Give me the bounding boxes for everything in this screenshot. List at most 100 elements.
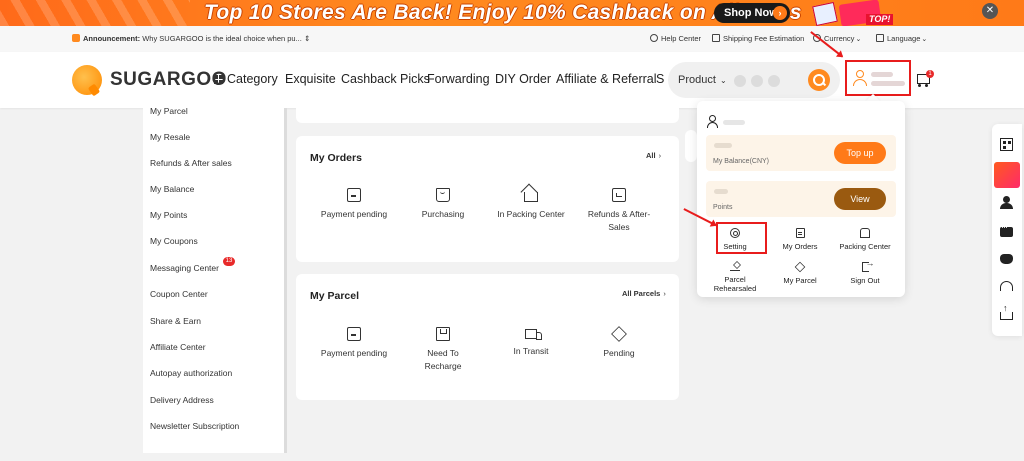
truck-icon (525, 329, 542, 340)
shop-now-button[interactable]: Shop Now › (714, 3, 790, 23)
sidebar-item-my-coupons[interactable]: My Coupons (150, 236, 198, 246)
top-up-button[interactable]: Top up (834, 142, 886, 164)
balance-label: My Balance(CNY) (713, 158, 770, 165)
help-center-label: Help Center (661, 34, 702, 43)
chevron-down-icon: ⌄ (855, 36, 862, 43)
headset-icon[interactable] (1000, 281, 1013, 291)
order-status-packing-center[interactable]: In Packing Center (496, 188, 566, 221)
nav-exquisite[interactable]: Exquisite (285, 72, 336, 86)
sign-out-icon (861, 259, 875, 272)
language-select[interactable]: Language⌄ (876, 26, 927, 53)
parcel-status-payment-pending[interactable]: Payment pending (319, 327, 389, 360)
sidebar-item-affiliate-center[interactable]: Affiliate Center (150, 342, 206, 352)
sidebar-item-messaging-center[interactable]: Messaging Center 13 (150, 257, 235, 273)
order-status-payment-pending[interactable]: Payment pending (319, 188, 389, 221)
menu-my-orders[interactable]: My Orders (770, 228, 830, 251)
orders-all-label: All (646, 151, 656, 160)
sidebar-item-my-parcel[interactable]: My Parcel (150, 106, 188, 116)
chevron-down-icon: ⌄ (719, 76, 727, 85)
parcel-status-need-recharge[interactable]: Need To Recharge (408, 327, 478, 373)
menu-label: Packing Center (839, 242, 891, 251)
announcement[interactable]: Announcement: Why SUGARGOO is the ideal … (72, 26, 310, 52)
package-icon (794, 261, 806, 273)
nav-cashback-picks[interactable]: Cashback Picks (341, 72, 430, 86)
shop-now-label: Shop Now (724, 7, 778, 19)
qr-code-icon[interactable] (1000, 138, 1013, 151)
order-status-label: Purchasing (421, 209, 465, 219)
chat-icon[interactable] (1000, 222, 1013, 237)
document-icon (795, 228, 805, 238)
user-icon (707, 115, 718, 128)
help-center-link[interactable]: Help Center (650, 26, 701, 52)
parcel-rehearsal-icon (730, 261, 740, 271)
my-parcel-card: My Parcel All Parcels › Payment pending N… (296, 274, 679, 400)
view-points-button[interactable]: View (834, 188, 886, 210)
return-icon (612, 188, 626, 202)
order-status-label: Refunds & After-Sales (587, 209, 651, 232)
orders-all-link[interactable]: All › (646, 151, 661, 160)
my-parcel-title: My Parcel (310, 290, 360, 302)
parcel-status-label: Need To Recharge (424, 348, 462, 371)
sidebar-item-autopay[interactable]: Autopay authorization (150, 368, 232, 378)
package-icon (611, 326, 627, 342)
user-icon[interactable] (1000, 196, 1013, 209)
sidebar-item-refunds[interactable]: Refunds & After sales (150, 158, 232, 168)
nav-affiliate-referral[interactable]: Affiliate & Referral (556, 72, 657, 86)
scale-icon (712, 34, 720, 42)
platform-icon (734, 75, 746, 87)
redacted-points (714, 189, 728, 194)
sidebar-item-delivery-address[interactable]: Delivery Address (150, 395, 214, 405)
sidebar-item-coupon-center[interactable]: Coupon Center (150, 289, 208, 299)
user-icon (853, 70, 867, 86)
search-bar[interactable]: Product ⌄ (668, 62, 840, 98)
search-icon[interactable] (808, 69, 830, 91)
redacted-balance (714, 143, 732, 148)
all-parcels-label: All Parcels (622, 289, 661, 298)
parcel-status-pending[interactable]: Pending (584, 326, 654, 360)
order-status-refunds[interactable]: Refunds & After-Sales (584, 188, 654, 234)
sidebar-item-my-resale[interactable]: My Resale (150, 132, 190, 142)
promo-banner[interactable]: Top 10 Stores Are Back! Enjoy 10% Cashba… (0, 0, 1024, 26)
nav-category[interactable]: Category (214, 72, 278, 86)
account-dropdown: My Balance(CNY) Top up Points View Setti… (697, 101, 905, 297)
wallet-icon (347, 327, 361, 341)
discord-icon[interactable] (1000, 254, 1013, 264)
sidebar-item-my-points[interactable]: My Points (150, 210, 187, 220)
shipping-fee-link[interactable]: Shipping Fee Estimation (712, 26, 804, 52)
my-orders-title: My Orders (310, 152, 362, 164)
promo-icon[interactable] (994, 162, 1020, 188)
sidebar-item-newsletter[interactable]: Newsletter Subscription (150, 421, 239, 431)
menu-sign-out[interactable]: Sign Out (835, 259, 895, 285)
account-sidebar: My Parcel My Resale Refunds & After sale… (143, 106, 284, 453)
menu-parcel-rehearsaled[interactable]: Parcel Rehearsaled (705, 261, 765, 293)
banner-decoration (0, 0, 190, 26)
sidebar-item-my-balance[interactable]: My Balance (150, 184, 194, 194)
scroll-marker-icon: ⇕ (303, 34, 311, 43)
chevron-right-icon: › (658, 151, 662, 160)
redacted-username (723, 120, 745, 125)
parcel-status-label: Pending (603, 348, 635, 358)
translate-icon (876, 34, 884, 42)
cart-count-badge: 1 (926, 70, 934, 78)
nav-diy-order[interactable]: DIY Order (495, 72, 551, 86)
logo-text[interactable]: SUGARGOO (110, 69, 227, 91)
account-button[interactable] (845, 60, 911, 96)
close-icon[interactable]: ✕ (982, 3, 998, 19)
logo-icon[interactable] (72, 65, 102, 95)
parcel-status-in-transit[interactable]: In Transit (496, 327, 566, 358)
order-status-purchasing[interactable]: Purchasing (408, 188, 478, 221)
nav-overflow[interactable]: S (656, 72, 664, 86)
summary-card-partial (296, 108, 679, 123)
menu-packing-center[interactable]: Packing Center (835, 228, 895, 251)
search-category-label: Product (678, 74, 716, 86)
menu-my-parcel[interactable]: My Parcel (770, 261, 830, 285)
all-parcels-link[interactable]: All Parcels › (622, 289, 666, 298)
share-icon[interactable] (1000, 303, 1013, 320)
nav-forwarding[interactable]: Forwarding (427, 72, 490, 86)
banner-headline: Top 10 Stores Are Back! Enjoy 10% Cashba… (204, 1, 802, 24)
sidebar-item-share-earn[interactable]: Share & Earn (150, 316, 201, 326)
search-category-select[interactable]: Product ⌄ (678, 62, 727, 99)
sidebar-scrollbar[interactable] (284, 108, 287, 453)
my-orders-card: My Orders All › Payment pending Purchasin… (296, 136, 679, 262)
points-panel: Points View (706, 181, 896, 217)
